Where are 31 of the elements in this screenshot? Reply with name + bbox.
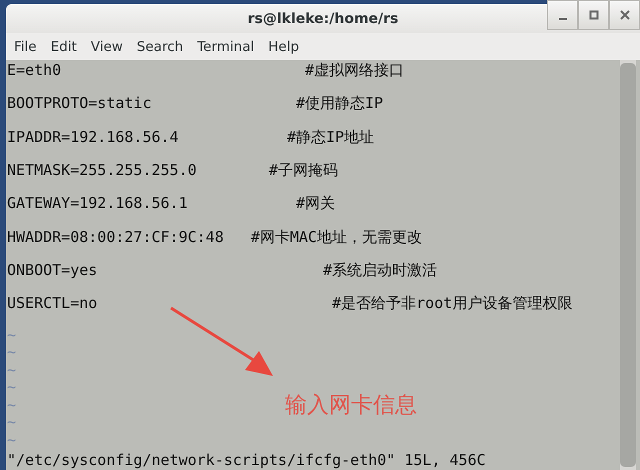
maximize-button[interactable] xyxy=(578,0,609,30)
empty-line-marker: ~ xyxy=(7,326,16,344)
menu-item[interactable]: Edit xyxy=(44,38,85,54)
close-icon xyxy=(620,10,630,20)
menu-item[interactable]: Help xyxy=(262,38,308,54)
menu-item[interactable]: Terminal xyxy=(191,38,262,54)
config-line: NETMASK=255.255.255.0 #子网掩码 xyxy=(7,160,339,181)
close-button[interactable] xyxy=(609,0,640,30)
config-line: ONBOOT=yes #系统启动时激活 xyxy=(7,260,438,281)
empty-line-marker: ~ xyxy=(7,344,16,362)
empty-line-marker: ~ xyxy=(7,379,16,396)
window-title: rs@lkleke:/home/rs xyxy=(248,10,398,26)
config-line: HWADDR=08:00:27:CF:9C:48 #网卡MAC地址，无需更改 xyxy=(7,226,423,248)
config-line: GATEWAY=192.168.56.1 #网关 xyxy=(7,193,336,214)
menu-item[interactable]: File xyxy=(8,38,45,54)
annotation-text: 输入网卡信息 xyxy=(285,392,417,420)
scrollbar[interactable] xyxy=(620,60,636,470)
menu-item[interactable]: Search xyxy=(130,38,192,54)
config-line: IPADDR=192.168.56.4 #静态IP地址 xyxy=(7,126,376,148)
empty-line-marker: ~ xyxy=(7,396,16,414)
minimize-icon xyxy=(558,18,566,20)
empty-line-marker: ~ xyxy=(7,432,16,449)
status-line: "/etc/sysconfig/network-scripts/ifcfg-eth0" 15L, 456C xyxy=(7,450,487,470)
empty-line-marker: ~ xyxy=(7,414,16,432)
config-line: BOOTPROTO=static #使用静态IP xyxy=(7,93,384,114)
config-line: E=eth0 #虚拟网络接口 xyxy=(7,60,406,81)
arrow-icon xyxy=(169,306,275,378)
menu-item[interactable]: View xyxy=(84,38,131,54)
maximize-icon xyxy=(588,10,598,20)
config-line: USERCTL=no #是否给予非root用户设备管理权限 xyxy=(7,293,574,314)
empty-line-marker: ~ xyxy=(7,362,16,379)
